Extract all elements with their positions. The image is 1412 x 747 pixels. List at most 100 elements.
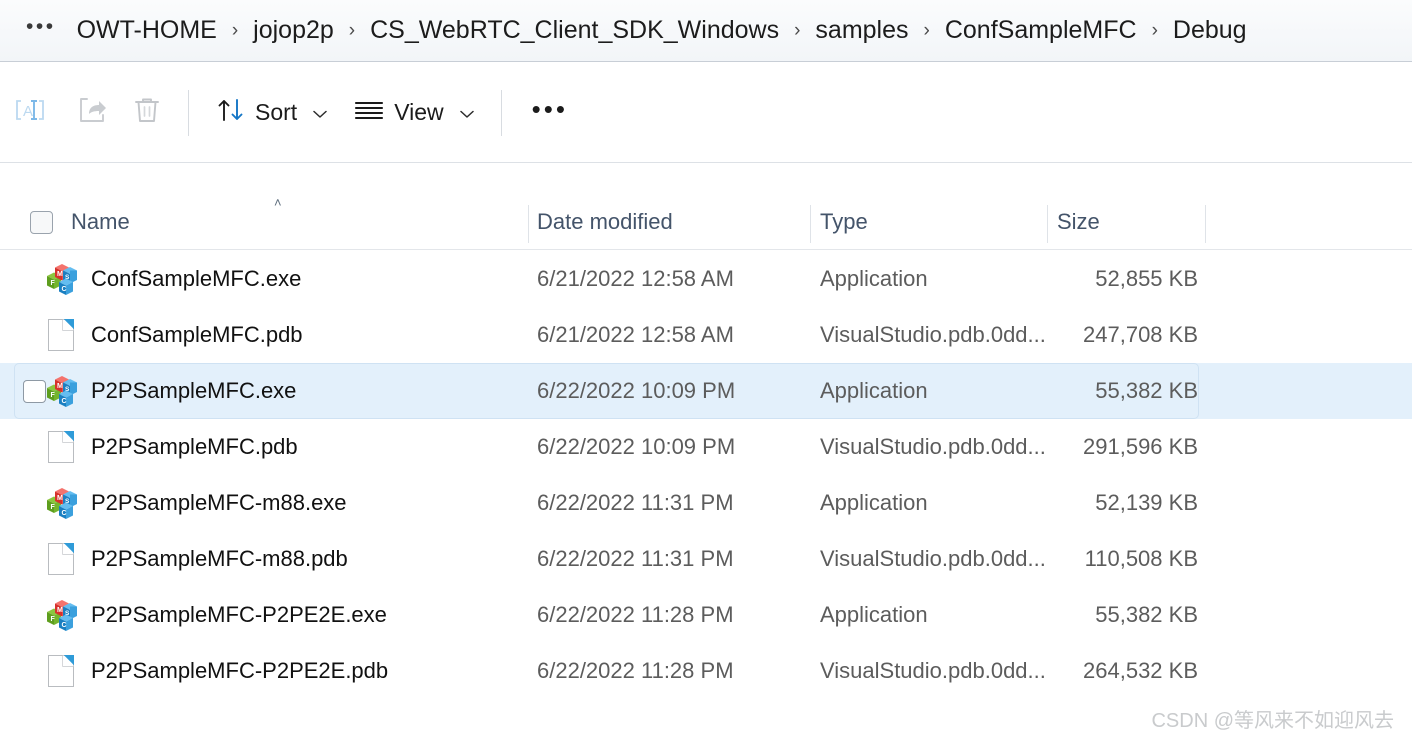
column-header-type[interactable]: Type <box>820 195 1047 250</box>
svg-text:M: M <box>57 495 63 502</box>
toolbar-divider <box>500 89 502 136</box>
watermark: CSDN @等风来不如迎风去 <box>1151 710 1394 732</box>
file-name-cell: ConfSampleMFC.pdb <box>0 318 528 352</box>
file-name: P2PSampleMFC-m88.exe <box>91 490 347 515</box>
svg-text:M: M <box>57 607 63 614</box>
file-name-cell: P2PSampleMFC-P2PE2E.pdb <box>0 654 528 688</box>
file-type: VisualStudio.pdb.0dd... <box>820 546 1046 571</box>
chevron-down-icon <box>459 106 474 122</box>
file-name: P2PSampleMFC-P2PE2E.pdb <box>91 658 389 683</box>
table-row[interactable]: P2PSampleMFC.pdb 6/22/2022 10:09 PM Visu… <box>0 419 1412 475</box>
file-size: 247,708 KB <box>1083 322 1198 347</box>
mfc-application-icon: F M S C <box>44 598 78 632</box>
mfc-application-icon: F M S C <box>44 262 78 296</box>
column-divider[interactable] <box>810 205 811 243</box>
file-type: Application <box>820 490 928 515</box>
select-all-checkbox[interactable] <box>30 210 53 234</box>
generic-document-icon <box>44 318 78 352</box>
view-label: View <box>394 99 444 125</box>
file-list: F M S C ConfSampleMFC.exe 6/21/2022 12:5… <box>0 251 1412 699</box>
generic-document-icon <box>44 430 78 464</box>
svg-text:M: M <box>57 271 63 278</box>
breadcrumb-separator-icon: › <box>1151 19 1158 41</box>
file-size: 110,508 KB <box>1084 546 1198 571</box>
table-row[interactable]: P2PSampleMFC-m88.pdb 6/22/2022 11:31 PM … <box>0 531 1412 587</box>
file-type: VisualStudio.pdb.0dd... <box>820 658 1046 683</box>
sort-arrows-icon <box>216 95 246 130</box>
share-button[interactable] <box>64 88 120 138</box>
delete-button[interactable] <box>120 88 174 138</box>
column-header-name-label: Name <box>71 209 130 234</box>
mfc-application-icon: F M S C <box>44 486 78 520</box>
column-header-date-modified[interactable]: Date modified <box>537 195 810 250</box>
file-type: VisualStudio.pdb.0dd... <box>820 434 1046 459</box>
column-header-name[interactable]: Name ˄ <box>0 195 528 250</box>
file-name: P2PSampleMFC-m88.pdb <box>91 546 348 571</box>
file-type: Application <box>820 266 928 291</box>
column-divider[interactable] <box>528 205 529 243</box>
file-name: P2PSampleMFC.pdb <box>91 434 298 459</box>
breadcrumb-separator-icon: › <box>794 19 801 41</box>
rename-icon: A <box>15 95 51 130</box>
file-name-cell: F M S <box>0 486 528 520</box>
column-header-type-label: Type <box>820 209 868 234</box>
view-button[interactable]: View <box>340 88 486 138</box>
file-date-modified: 6/21/2022 12:58 AM <box>537 266 734 291</box>
mfc-application-icon: F M S C <box>44 374 78 408</box>
sort-label: Sort <box>255 99 298 125</box>
command-bar: A Sort View ••• <box>0 63 1412 163</box>
file-date-modified: 6/21/2022 12:58 AM <box>537 322 734 347</box>
table-row[interactable]: F M S <box>0 251 1412 307</box>
breadcrumb-overflow-button[interactable]: ••• <box>18 16 64 41</box>
file-name-cell: F M S <box>0 598 528 632</box>
column-header-size[interactable]: Size <box>1057 195 1205 250</box>
svg-text:F: F <box>51 616 56 623</box>
see-more-button[interactable]: ••• <box>516 92 584 134</box>
breadcrumb-separator-icon: › <box>231 19 239 41</box>
breadcrumb-separator-icon: › <box>923 19 930 41</box>
file-size: 291,596 KB <box>1083 434 1198 459</box>
breadcrumb-item-jojop2p[interactable]: jojop2p <box>240 13 347 48</box>
svg-text:A: A <box>23 103 33 120</box>
file-size: 55,382 KB <box>1095 602 1198 627</box>
file-explorer-window: ••• OWT-HOME › jojop2p › CS_WebRTC_Clien… <box>0 0 1412 747</box>
breadcrumb-item-cs-webrtc-client-sdk-windows[interactable]: CS_WebRTC_Client_SDK_Windows <box>357 13 792 48</box>
svg-text:M: M <box>57 383 63 390</box>
table-row[interactable]: F M S <box>0 363 1412 419</box>
svg-text:F: F <box>51 392 56 399</box>
file-name: P2PSampleMFC-P2PE2E.exe <box>91 602 387 627</box>
breadcrumb-item-debug[interactable]: Debug <box>1160 13 1260 48</box>
share-icon <box>77 95 107 130</box>
generic-document-icon <box>44 542 78 576</box>
breadcrumb-item-confsamplemfc[interactable]: ConfSampleMFC <box>932 13 1150 48</box>
column-divider[interactable] <box>1205 205 1206 243</box>
file-type: Application <box>820 602 928 627</box>
table-row[interactable]: P2PSampleMFC-P2PE2E.pdb 6/22/2022 11:28 … <box>0 643 1412 699</box>
file-name-cell: F M S <box>0 374 528 408</box>
file-date-modified: 6/22/2022 11:31 PM <box>537 546 734 571</box>
svg-text:F: F <box>51 280 56 287</box>
sort-ascending-icon: ˄ <box>274 194 282 210</box>
svg-text:C: C <box>62 510 67 517</box>
file-size: 52,855 KB <box>1095 266 1198 291</box>
address-bar: ••• OWT-HOME › jojop2p › CS_WebRTC_Clien… <box>0 0 1412 62</box>
generic-document-icon <box>44 654 78 688</box>
table-row[interactable]: F M S <box>0 587 1412 643</box>
breadcrumb-separator-icon: › <box>348 19 356 41</box>
view-lines-icon <box>353 95 385 130</box>
breadcrumb-item-samples[interactable]: samples <box>802 13 921 48</box>
table-row[interactable]: ConfSampleMFC.pdb 6/21/2022 12:58 AM Vis… <box>0 307 1412 363</box>
table-row[interactable]: F M S <box>0 475 1412 531</box>
file-date-modified: 6/22/2022 11:28 PM <box>537 602 734 627</box>
file-date-modified: 6/22/2022 11:28 PM <box>537 658 734 683</box>
file-name: ConfSampleMFC.exe <box>91 266 302 291</box>
breadcrumb-item-owt-home[interactable]: OWT-HOME <box>64 13 230 48</box>
svg-text:C: C <box>62 286 67 293</box>
column-header-date-modified-label: Date modified <box>537 209 673 234</box>
rename-button[interactable]: A <box>2 88 64 138</box>
sort-button[interactable]: Sort <box>203 88 340 138</box>
file-date-modified: 6/22/2022 10:09 PM <box>537 434 736 459</box>
svg-text:F: F <box>51 504 56 511</box>
trash-icon <box>133 95 161 130</box>
column-divider[interactable] <box>1047 205 1048 243</box>
